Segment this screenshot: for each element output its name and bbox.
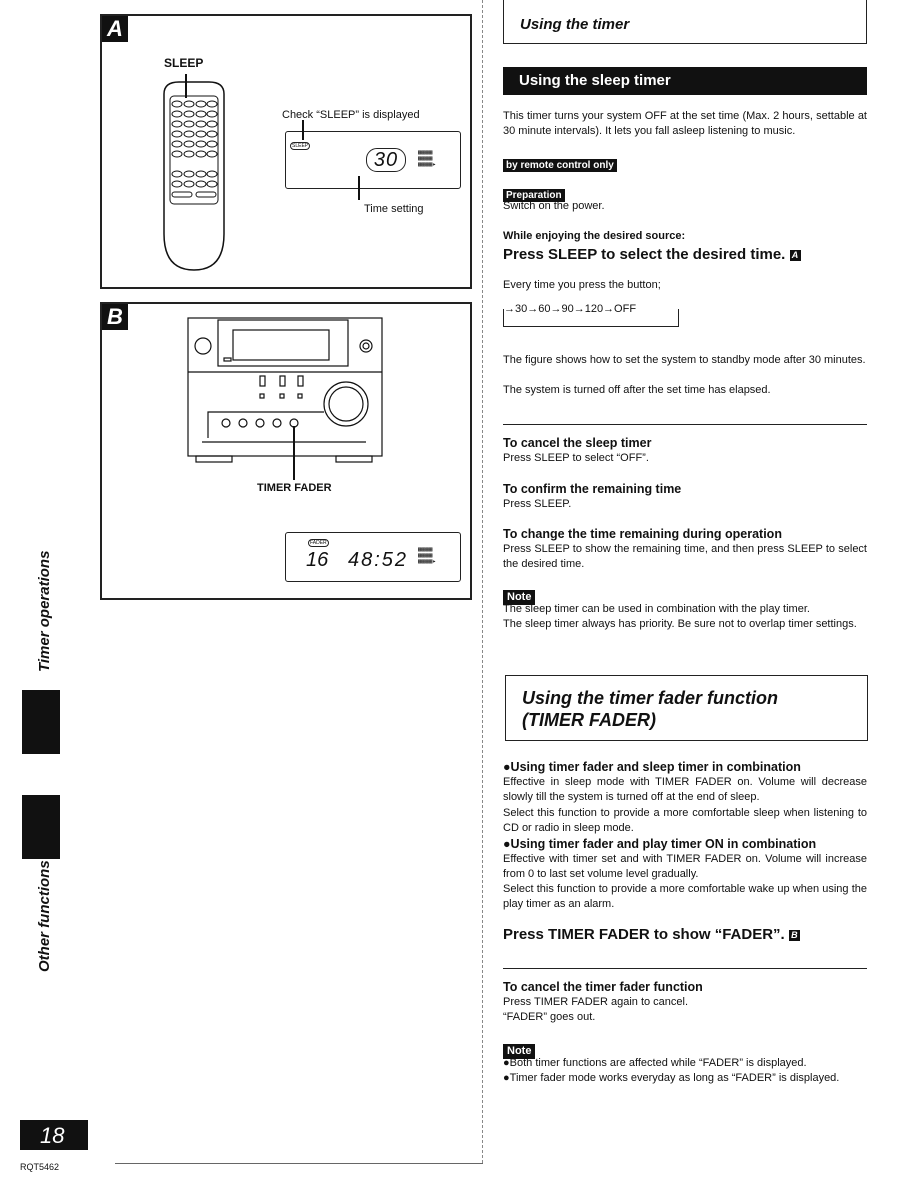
fader-title: Using the timer fader function (TIMER FA…	[522, 687, 778, 731]
fader-note-1: ●Both timer functions are affected while…	[503, 1057, 807, 1069]
cancel-fader-text-1: Press TIMER FADER again to cancel.	[503, 996, 689, 1008]
sidebar-timer-operations: Timer operations	[36, 550, 53, 672]
segment-icons: ▦▦▦▦ ▦▦▦▦ ▦▦▦▦▸	[418, 149, 437, 168]
cancel-fader-heading: To cancel the timer fader function	[503, 980, 703, 994]
display-time-value: 48:52	[348, 549, 409, 571]
fader-play-heading: ●Using timer fader and play timer ON in …	[503, 837, 817, 851]
sleep-cycle: →30→60→90→120→OFF	[504, 303, 637, 315]
page-number-box: 18	[20, 1120, 88, 1150]
sleep-indicator: SLEEP	[290, 142, 311, 150]
sleep-step-text: Press SLEEP to select the desired time.	[503, 246, 786, 263]
display-left-value: 16	[306, 549, 329, 571]
fader-play-text-1: Effective with timer set and with TIMER …	[503, 853, 867, 880]
sidebar-other-functions: Other functions	[36, 860, 53, 972]
figure-ref-a: A	[789, 249, 801, 261]
sleep-step: Press SLEEP to select the desired time. …	[503, 245, 801, 264]
figure-note-2: The system is turned off after the set t…	[503, 384, 771, 396]
sleep-note-2: The sleep timer always has priority. Be …	[503, 618, 857, 630]
cancel-sleep-text: Press SLEEP to select “OFF”.	[503, 452, 649, 464]
cancel-sleep-heading: To cancel the sleep timer	[503, 436, 652, 450]
remote-control-illustration	[163, 74, 225, 271]
fader-sleep-text-2: Select this function to provide a more c…	[503, 807, 867, 834]
figure-note-1: The figure shows how to set the system t…	[503, 354, 866, 366]
sleep-note-1: The sleep timer can be used in combinati…	[503, 603, 810, 615]
fader-indicator: FADER	[308, 539, 329, 547]
sleep-title-bar: Using the sleep timer	[503, 67, 867, 95]
cancel-fader-text-2: “FADER” goes out.	[503, 1011, 596, 1023]
fader-sleep-heading: ●Using timer fader and sleep timer in co…	[503, 760, 801, 774]
section-tab-marker	[22, 690, 60, 754]
fader-title-box: Using the timer fader function (TIMER FA…	[505, 675, 868, 741]
figure-b-label: B	[102, 304, 128, 330]
fader-title-line2: (TIMER FADER)	[522, 710, 656, 730]
figure-b: B TIMER FADER FADER 16 48:52 ▦▦▦▦ ▦▦▦▦ ▦▦▦…	[100, 302, 472, 600]
fader-step-text: Press TIMER FADER to show “FADER”.	[503, 926, 785, 943]
fader-sleep-text-1: Effective in sleep mode with TIMER FADER…	[503, 776, 867, 803]
preparation-text: Switch on the power.	[503, 200, 605, 212]
fader-display: FADER 16 48:52 ▦▦▦▦ ▦▦▦▦ ▦▦▦▦▸	[285, 532, 461, 582]
change-time-text: Press SLEEP to show the remaining time, …	[503, 543, 867, 570]
section-header: Using the timer	[503, 0, 867, 44]
document-code: RQT5462	[20, 1162, 60, 1172]
while-enjoying: While enjoying the desired source:	[503, 230, 686, 242]
confirm-remaining-heading: To confirm the remaining time	[503, 482, 682, 496]
timer-fader-button-label: TIMER FADER	[257, 482, 332, 494]
page-number: 18	[40, 1123, 65, 1148]
change-time-heading: To change the time remaining during oper…	[503, 527, 782, 541]
sleep-display: SLEEP 30 ▦▦▦▦ ▦▦▦▦ ▦▦▦▦▸	[285, 131, 461, 189]
sleep-title: Using the sleep timer	[519, 72, 671, 89]
segment-icons: ▦▦▦▦ ▦▦▦▦ ▦▦▦▦▸	[418, 546, 437, 565]
remote-only-tag: by remote control only	[503, 159, 617, 172]
figure-ref-b: B	[788, 929, 800, 941]
manual-page: A SLEEP Check “SLEEP” is displayed SLEEP…	[0, 0, 918, 1188]
sleep-button-label: SLEEP	[164, 56, 204, 70]
figure-a: A SLEEP Check “SLEEP” is displayed SLEEP…	[100, 14, 472, 289]
stereo-unit-illustration	[187, 317, 383, 466]
sleep-intro: This timer turns your system OFF at the …	[503, 110, 867, 137]
fader-step: Press TIMER FADER to show “FADER”. B	[503, 925, 800, 944]
fader-play-text-2: Select this function to provide a more c…	[503, 883, 867, 910]
section-tab-marker	[22, 795, 60, 859]
page-title: Using the timer	[520, 16, 630, 33]
sleep-cycle-diagram: →30→60→90→120→OFF	[503, 303, 679, 327]
figure-a-label: A	[102, 16, 128, 42]
time-value-display: 30	[366, 148, 406, 172]
every-time-text: Every time you press the button;	[503, 279, 661, 291]
time-setting-caption: Time setting	[364, 203, 424, 215]
confirm-remaining-text: Press SLEEP.	[503, 498, 572, 510]
fader-title-line1: Using the timer fader function	[522, 688, 779, 708]
fader-note-2: ●Timer fader mode works everyday as long…	[503, 1072, 840, 1084]
